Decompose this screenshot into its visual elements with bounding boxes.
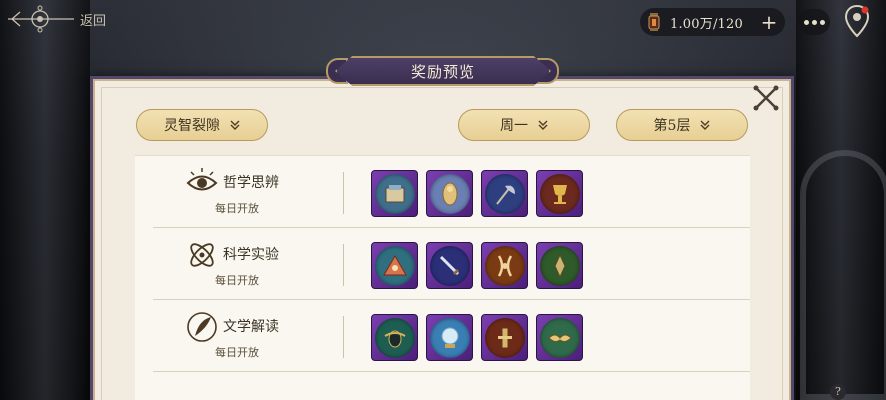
chevron-down-icon: [538, 120, 548, 130]
dialog-title: 奖励预览: [410, 62, 475, 81]
day-select[interactable]: 周一: [458, 109, 590, 141]
category-row-science: 科学实验 每日开放: [135, 228, 750, 300]
quill-icon: [187, 312, 217, 342]
category-schedule: 每日开放: [215, 274, 259, 287]
reward-item[interactable]: [371, 242, 418, 289]
category-name: 哲学思辨: [223, 175, 279, 191]
row-divider: [153, 371, 750, 372]
dot-icon: [811, 19, 817, 25]
spear-tip-icon: [539, 245, 580, 286]
pyramid-eye-icon: [374, 245, 415, 286]
eye-icon: [186, 168, 218, 191]
reward-items: [371, 170, 583, 217]
crystal-ball-icon: [429, 317, 470, 358]
divider: [343, 172, 344, 214]
back-label: 返回: [80, 13, 107, 29]
day-select-label: 周一: [500, 118, 528, 134]
reward-item[interactable]: [481, 170, 528, 217]
floor-select-label: 第5层: [653, 118, 691, 134]
chevron-down-icon: [230, 120, 240, 130]
golden-chalice-icon: [539, 173, 580, 214]
atom-icon: [190, 243, 214, 267]
reward-item[interactable]: [371, 170, 418, 217]
ornate-blade-icon: [484, 317, 525, 358]
category-schedule: 每日开放: [215, 202, 259, 215]
lantern-icon: [648, 13, 660, 31]
divider: [343, 244, 344, 286]
dialog-title-plate: 奖励预览: [335, 56, 551, 86]
dungeon-select[interactable]: 灵智裂隙: [136, 109, 268, 141]
dot-icon: [819, 19, 825, 25]
scarab-icon: [374, 317, 415, 358]
floor-select[interactable]: 第5层: [616, 109, 748, 141]
reward-item[interactable]: [481, 242, 528, 289]
reward-item[interactable]: [426, 314, 473, 361]
category-name: 文学解读: [223, 319, 279, 335]
scroll-chest-icon: [374, 173, 415, 214]
currency-counter: 1.00万/120 +: [640, 8, 785, 36]
reward-item[interactable]: [536, 170, 583, 217]
dot-icon: [803, 19, 809, 25]
reward-items: [371, 242, 583, 289]
reward-item[interactable]: [426, 242, 473, 289]
background-pillar: [0, 0, 90, 400]
divider: [343, 316, 344, 358]
golden-statue-icon: [429, 173, 470, 214]
reward-item[interactable]: [481, 314, 528, 361]
category-row-philosophy: 哲学思辨 每日开放: [135, 156, 750, 228]
map-pin-icon[interactable]: [842, 4, 872, 38]
reward-item[interactable]: [426, 170, 473, 217]
help-icon[interactable]: ?: [830, 384, 846, 400]
axe-icon: [484, 173, 525, 214]
top-bar: 返回 1.00万/120 +: [0, 0, 886, 42]
winged-crown-icon: [539, 317, 580, 358]
currency-value: 1.00万/120: [670, 16, 743, 32]
ornate-back-icon: [8, 5, 74, 33]
reward-item[interactable]: [536, 314, 583, 361]
chevron-down-icon: [700, 120, 710, 130]
horned-relic-icon: [484, 245, 525, 286]
blade-icon: [429, 245, 470, 286]
add-currency-button[interactable]: +: [759, 12, 779, 32]
close-icon[interactable]: [750, 82, 782, 114]
reward-item[interactable]: [536, 242, 583, 289]
background-arch: [800, 150, 886, 400]
reward-table: 哲学思辨 每日开放 科学实验 每日开放 文学解读 每日开放: [135, 155, 750, 400]
category-row-literature: 文学解读 每日开放: [135, 300, 750, 372]
back-button[interactable]: 返回: [6, 4, 106, 34]
dungeon-select-label: 灵智裂隙: [164, 118, 220, 134]
reward-items: [371, 314, 583, 361]
category-schedule: 每日开放: [215, 346, 259, 359]
reward-item[interactable]: [371, 314, 418, 361]
chat-button[interactable]: [798, 9, 830, 35]
category-name: 科学实验: [223, 247, 279, 263]
